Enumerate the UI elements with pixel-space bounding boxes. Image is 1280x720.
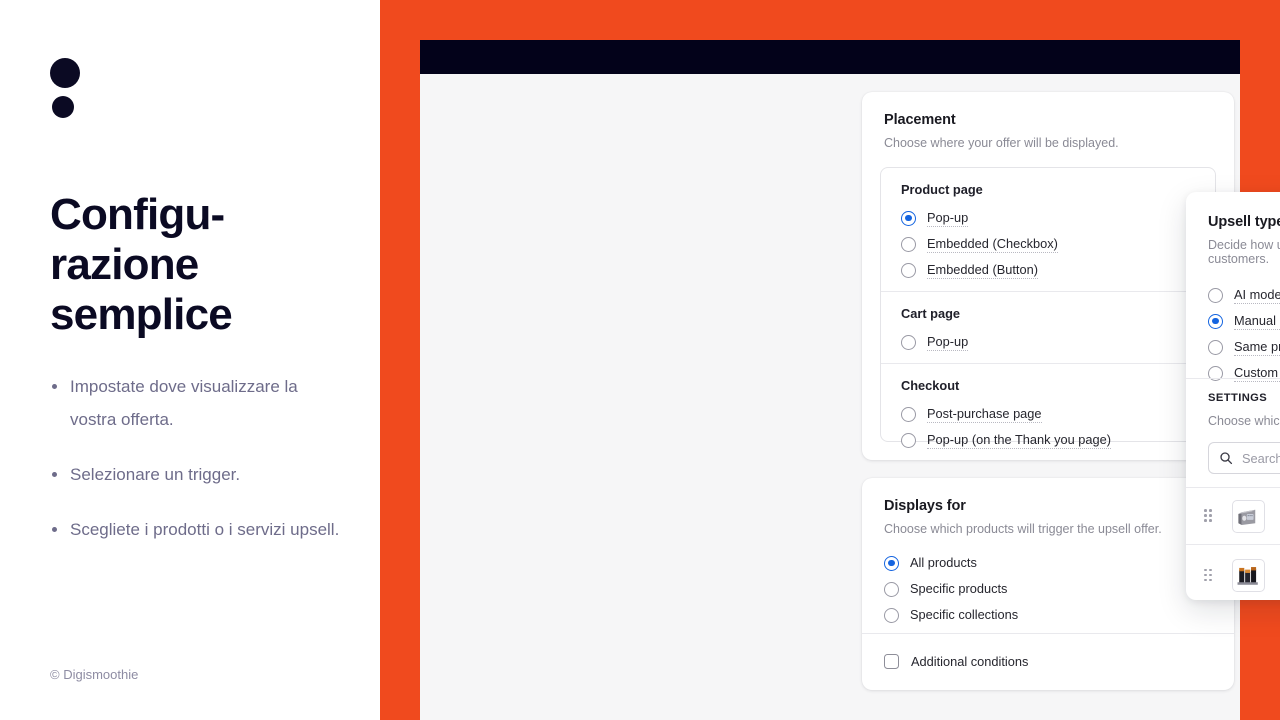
radio-icon[interactable]	[901, 262, 916, 278]
checkbox-icon[interactable]	[884, 654, 899, 669]
settings-section: SETTINGS Choose which products will be o…	[1208, 392, 1280, 474]
displays-radio-group: All products Specific products Specific …	[884, 550, 1212, 628]
headline-line-1: Configu-	[50, 190, 225, 239]
radio-ai-mode[interactable]: AI mode Recommended	[1208, 282, 1280, 308]
marketing-panel: Configu- razione semplice Impostate dove…	[0, 0, 380, 720]
placement-card-title: Placement	[884, 112, 956, 128]
table-row: Digital Alarm Clock	[1186, 488, 1280, 544]
placement-card: Placement Choose where your offer will b…	[862, 92, 1234, 460]
page-title: Configu- razione semplice	[50, 190, 350, 340]
drag-handle-icon[interactable]	[1204, 568, 1216, 583]
placement-group-cart-page: Cart page Pop-up	[881, 291, 1215, 363]
radio-label: Specific products	[910, 581, 1008, 596]
radio-label: Embedded (Button)	[927, 261, 1038, 279]
radio-label: Post-purchase page	[927, 405, 1042, 423]
radio-label: All products	[910, 555, 977, 570]
feature-text: Selezionare un trigger.	[70, 465, 241, 484]
radio-icon[interactable]	[1208, 339, 1223, 355]
radio-product-page-embedded-button[interactable]: Embedded (Button)	[901, 257, 1195, 283]
logo-dot-small	[52, 96, 74, 118]
search-placeholder-text: Search products	[1242, 450, 1280, 466]
radio-label: Specific collections	[910, 607, 1019, 622]
radio-manual-mode[interactable]: Manual mode	[1208, 308, 1280, 334]
radio-all-products[interactable]: All products	[884, 550, 1212, 576]
displays-card-subtitle: Choose which products will trigger the u…	[884, 522, 1162, 536]
copyright-text: © Digismoothie	[50, 667, 139, 682]
feature-text: Impostate dove visualizzare la vostra of…	[70, 377, 298, 429]
showcase-panel: Placement Choose where your offer will b…	[380, 0, 1280, 720]
radio-icon[interactable]	[901, 210, 916, 226]
radio-icon[interactable]	[901, 334, 916, 350]
upsell-type-card: Upsell type Decide how upsell products a…	[1186, 192, 1280, 600]
checkbox-additional-conditions[interactable]: Additional conditions	[884, 654, 1028, 669]
group-label: Product page	[901, 182, 983, 197]
batteries-thumbnail	[1232, 559, 1265, 592]
group-label: Checkout	[901, 378, 960, 393]
bullet-icon	[52, 527, 57, 532]
radio-label: Same product	[1234, 339, 1280, 356]
list-item: Scegliete i prodotti o i servizi upsell.	[50, 513, 340, 546]
placement-options-box: Product page Pop-up Embedded (Checkbox) …	[880, 167, 1216, 449]
settings-description: Choose which products will be offered in…	[1208, 414, 1280, 428]
displays-for-card: Displays for Choose which products will …	[862, 478, 1234, 690]
radio-checkout-thank-you-popup[interactable]: Pop-up (on the Thank you page)	[901, 427, 1195, 453]
divider	[862, 633, 1234, 634]
radio-label: Manual mode	[1234, 313, 1280, 330]
radio-specific-products[interactable]: Specific products	[884, 576, 1212, 602]
radio-checkout-post-purchase[interactable]: Post-purchase page	[901, 401, 1195, 427]
radio-icon[interactable]	[884, 555, 899, 571]
settings-label: SETTINGS	[1208, 392, 1268, 404]
radio-icon[interactable]	[901, 406, 916, 422]
radio-icon[interactable]	[884, 581, 899, 597]
feature-text: Scegliete i prodotti o i servizi upsell.	[70, 520, 340, 539]
search-icon	[1219, 451, 1233, 465]
logo-dot-large	[50, 58, 80, 88]
checkbox-label: Additional conditions	[911, 654, 1029, 669]
radio-same-product[interactable]: Same product	[1208, 334, 1280, 360]
placement-group-checkout: Checkout Post-purchase page Pop-up (on t…	[881, 363, 1215, 461]
divider	[1186, 378, 1280, 379]
radio-icon[interactable]	[901, 236, 916, 252]
radio-cart-page-popup[interactable]: Pop-up	[901, 329, 1195, 355]
placement-group-product-page: Product page Pop-up Embedded (Checkbox) …	[881, 168, 1215, 291]
radio-product-page-embedded-checkbox[interactable]: Embedded (Checkbox)	[901, 231, 1195, 257]
radio-label: Pop-up (on the Thank you page)	[927, 431, 1112, 449]
radio-icon[interactable]	[1208, 313, 1223, 329]
radio-specific-collections[interactable]: Specific collections	[884, 602, 1212, 628]
upsell-radio-group: AI mode Recommended Manual mode Same pro…	[1208, 282, 1280, 386]
bullet-icon	[52, 384, 57, 389]
search-input[interactable]: Search products	[1208, 442, 1280, 474]
radio-label: Pop-up	[927, 333, 969, 351]
upsell-card-subtitle: Decide how upsell products are selected …	[1208, 238, 1280, 266]
list-item: Selezionare un trigger.	[50, 458, 340, 491]
radio-icon[interactable]	[1208, 287, 1223, 303]
radio-product-page-popup[interactable]: Pop-up	[901, 205, 1195, 231]
radio-icon[interactable]	[901, 432, 916, 448]
list-item: Impostate dove visualizzare la vostra of…	[50, 370, 340, 436]
product-search-row: Search products Browse	[1208, 442, 1280, 474]
table-row: Long-life Batteries 4-pack, 8-pack, 12-p…	[1186, 544, 1280, 600]
radio-label: Embedded (Checkbox)	[927, 235, 1058, 253]
app-topbar	[420, 40, 1240, 74]
radio-label: AI mode	[1234, 286, 1280, 304]
radio-icon[interactable]	[884, 607, 899, 623]
radio-custom-service[interactable]: Custom service	[1208, 360, 1280, 386]
bullet-icon	[52, 472, 57, 477]
headline-line-3: semplice	[50, 290, 233, 339]
upsell-card-title: Upsell type	[1208, 214, 1280, 230]
alarm-clock-thumbnail	[1232, 499, 1265, 533]
placement-card-subtitle: Choose where your offer will be displaye…	[884, 136, 1119, 150]
group-label: Cart page	[901, 306, 961, 321]
headline-line-2: razione	[50, 240, 199, 289]
drag-handle-icon[interactable]	[1204, 509, 1216, 523]
two-dots-logo-icon	[50, 58, 84, 124]
radio-label: Pop-up	[927, 209, 969, 227]
displays-card-title: Displays for	[884, 498, 966, 514]
feature-list: Impostate dove visualizzare la vostra of…	[50, 370, 340, 568]
